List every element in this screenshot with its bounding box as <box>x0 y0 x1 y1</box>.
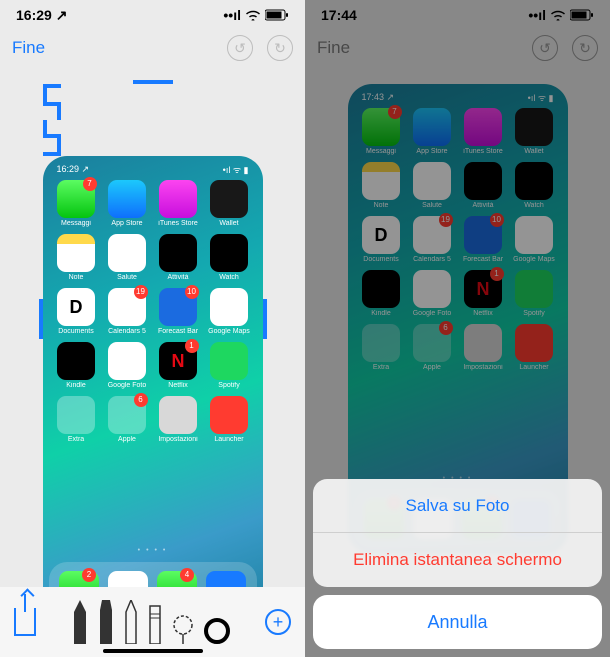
crop-handle-tl[interactable] <box>43 84 61 102</box>
crop-handle-top[interactable] <box>133 80 173 84</box>
app-netflix: N1Netflix <box>155 342 202 389</box>
tool-lasso[interactable] <box>172 614 194 644</box>
redo-icon[interactable]: ↻ <box>267 35 293 61</box>
app-note: Note <box>53 234 100 281</box>
app-forecast: 10Forecast Bar <box>155 288 202 335</box>
signal-icon: ••ıl <box>223 7 241 23</box>
app-kindle: Kindle <box>53 342 100 389</box>
app-apple: 6Apple <box>104 396 151 443</box>
app-calendars: 19Calendars 5 <box>104 288 151 335</box>
color-picker[interactable] <box>204 618 230 644</box>
page-dots: • • • • <box>43 547 263 554</box>
crop-handle-bl[interactable] <box>43 120 61 138</box>
app-salute: Salute <box>104 234 151 281</box>
home-screen-row3: DDocuments 19Calendars 5 10Forecast Bar … <box>43 286 263 340</box>
home-screen-row1: 7Messaggi App Store iTunes Store Wallet <box>43 178 263 232</box>
nav-bar: Fine ↺ ↻ <box>0 30 305 66</box>
app-watch: Watch <box>206 234 253 281</box>
delete-screenshot-button[interactable]: Elimina istantanea schermo <box>313 533 602 587</box>
app-googlefoto: Google Foto <box>104 342 151 389</box>
done-button[interactable]: Fine <box>12 38 45 58</box>
location-icon: ↗ <box>56 7 68 23</box>
app-documents: DDocuments <box>53 288 100 335</box>
save-photo-button[interactable]: Salva su Foto <box>313 479 602 533</box>
app-messaggi: 7Messaggi <box>53 180 100 227</box>
panel-markup-editor: 16:29 ↗ ••ıl Fine ↺ ↻ 16:29 ↗ •ıl ᯤ ▮ 7M <box>0 0 305 657</box>
markup-toolbar: + <box>0 587 305 657</box>
app-impostazioni: Impostazioni <box>155 396 202 443</box>
wifi-icon <box>245 9 261 21</box>
cancel-button[interactable]: Annulla <box>313 595 602 649</box>
inner-status-bar: 16:29 ↗ •ıl ᯤ ▮ <box>43 156 263 178</box>
home-screen-row4: Kindle Google Foto N1Netflix Spotify <box>43 340 263 394</box>
status-icons: ••ıl <box>223 7 289 23</box>
app-extra: Extra <box>53 396 100 443</box>
tool-pencil[interactable] <box>124 600 138 644</box>
app-spotify: Spotify <box>206 342 253 389</box>
app-itunes: iTunes Store <box>155 180 202 227</box>
panel-action-sheet: 17:44 ••ıl Fine ↺ ↻ 17:43 ↗•ıl ᯤ ▮ 7Mess… <box>305 0 610 657</box>
action-sheet: Salva su Foto Elimina istantanea schermo… <box>313 479 602 649</box>
add-button[interactable]: + <box>265 609 291 635</box>
crop-handle-right[interactable] <box>263 299 267 339</box>
app-wallet: Wallet <box>206 180 253 227</box>
tool-marker[interactable] <box>98 600 114 644</box>
home-screen-row2: Note Salute Attività Watch <box>43 232 263 286</box>
crop-handle-tr[interactable] <box>43 102 61 120</box>
status-time: 16:29 <box>16 7 52 23</box>
screenshot-crop-area[interactable]: 16:29 ↗ •ıl ᯤ ▮ 7Messaggi App Store iTun… <box>43 84 263 554</box>
crop-handle-br[interactable] <box>43 138 61 156</box>
home-indicator[interactable] <box>103 649 203 653</box>
undo-icon[interactable]: ↺ <box>227 35 253 61</box>
app-googlemaps: Google Maps <box>206 288 253 335</box>
status-bar: 16:29 ↗ ••ıl <box>0 0 305 30</box>
share-icon[interactable] <box>14 608 36 636</box>
home-screen-row5: Extra 6Apple Impostazioni Launcher <box>43 394 263 448</box>
app-attivita: Attività <box>155 234 202 281</box>
tool-eraser[interactable] <box>148 600 162 644</box>
tool-pen[interactable] <box>72 600 88 644</box>
battery-icon <box>265 9 289 21</box>
app-appstore: App Store <box>104 180 151 227</box>
screenshot-content: 16:29 ↗ •ıl ᯤ ▮ 7Messaggi App Store iTun… <box>43 156 263 626</box>
app-launcher: Launcher <box>206 396 253 443</box>
